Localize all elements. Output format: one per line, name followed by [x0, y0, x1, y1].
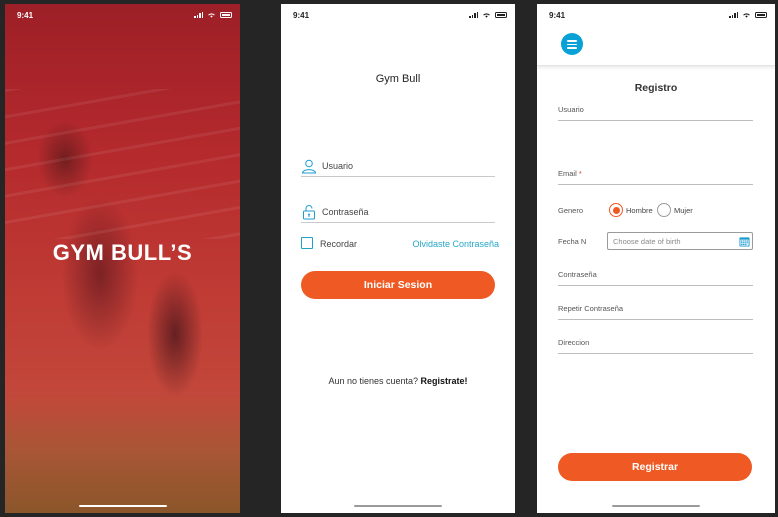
fecha-label: Fecha N [558, 237, 587, 246]
repetir-contrasena-label: Repetir Contraseña [558, 304, 624, 313]
status-bar: 9:41 [281, 4, 515, 26]
contrasena-field[interactable]: Contraseña [301, 201, 495, 223]
calendar-icon[interactable] [739, 236, 750, 247]
mujer-label: Mujer [674, 206, 693, 215]
menu-icon[interactable] [561, 33, 583, 55]
registro-screen: 9:41 Registro Usuario Email * Genero Hom… [537, 4, 775, 513]
registrar-button[interactable]: Registrar [558, 453, 752, 481]
contrasena-label: Contraseña [322, 207, 369, 217]
signal-icon [729, 11, 738, 18]
forgot-password-link[interactable]: Olvidaste Contraseña [412, 239, 499, 249]
wifi-icon [743, 13, 750, 18]
usuario-field[interactable]: Usuario [301, 155, 495, 177]
contrasena-label: Contraseña [558, 270, 597, 279]
email-label: Email * [558, 169, 582, 178]
repetir-contrasena-field[interactable]: Repetir Contraseña [558, 302, 753, 320]
user-icon [301, 159, 317, 174]
app-title: Gym Bull [375, 73, 421, 85]
recordar-label: Recordar [320, 239, 358, 249]
status-time: 9:41 [293, 11, 310, 20]
battery-icon [220, 11, 232, 18]
registro-title: Registro [634, 82, 678, 94]
home-indicator[interactable] [354, 505, 442, 507]
iniciar-sesion-button[interactable]: Iniciar Sesion [301, 271, 495, 299]
status-time: 9:41 [17, 11, 34, 20]
genero-label: Genero [558, 206, 584, 215]
required-marker: * [578, 169, 582, 178]
email-field[interactable]: Email * [558, 167, 753, 185]
signup-prompt: Aun no tienes cuenta? Registrate! [281, 376, 515, 386]
direccion-label: Direccion [558, 338, 590, 347]
signal-icon [469, 11, 478, 18]
lock-icon [303, 205, 315, 220]
splash-screen: 9:41 GYM BULL’S [5, 4, 240, 513]
genero-row: Genero Hombre Mujer [558, 203, 753, 217]
fecha-row: Fecha N Choose date of birth [558, 232, 753, 250]
wifi-icon [483, 13, 490, 18]
signal-icon [194, 11, 203, 18]
radio-hombre[interactable] [609, 203, 623, 217]
status-bar: 9:41 [5, 4, 240, 26]
signup-text: Aun no tienes cuenta? [328, 376, 419, 386]
contrasena-field[interactable]: Contraseña [558, 268, 753, 286]
direccion-field[interactable]: Direccion [558, 336, 753, 354]
status-bar: 9:41 [537, 4, 775, 26]
remember-row: Recordar Olvidaste Contraseña [301, 237, 499, 251]
date-of-birth-input[interactable]: Choose date of birth [607, 232, 753, 250]
wifi-icon [208, 13, 215, 18]
signup-link[interactable]: Registrate! [421, 376, 468, 386]
usuario-label: Usuario [322, 161, 354, 171]
app-bar [537, 26, 775, 66]
home-indicator[interactable] [78, 505, 167, 507]
login-screen: 9:41 Gym Bull Usuario Contraseña Recorda… [281, 4, 515, 513]
usuario-label: Usuario [558, 105, 584, 114]
battery-icon [495, 11, 507, 18]
status-time: 9:41 [549, 11, 566, 20]
recordar-checkbox[interactable] [301, 237, 313, 249]
splash-title: GYM BULL’S [52, 240, 193, 265]
home-indicator[interactable] [612, 505, 700, 507]
date-placeholder: Choose date of birth [613, 237, 681, 246]
hombre-label: Hombre [626, 206, 653, 215]
usuario-field[interactable]: Usuario [558, 103, 753, 121]
battery-icon [755, 11, 767, 18]
radio-mujer[interactable] [657, 203, 671, 217]
